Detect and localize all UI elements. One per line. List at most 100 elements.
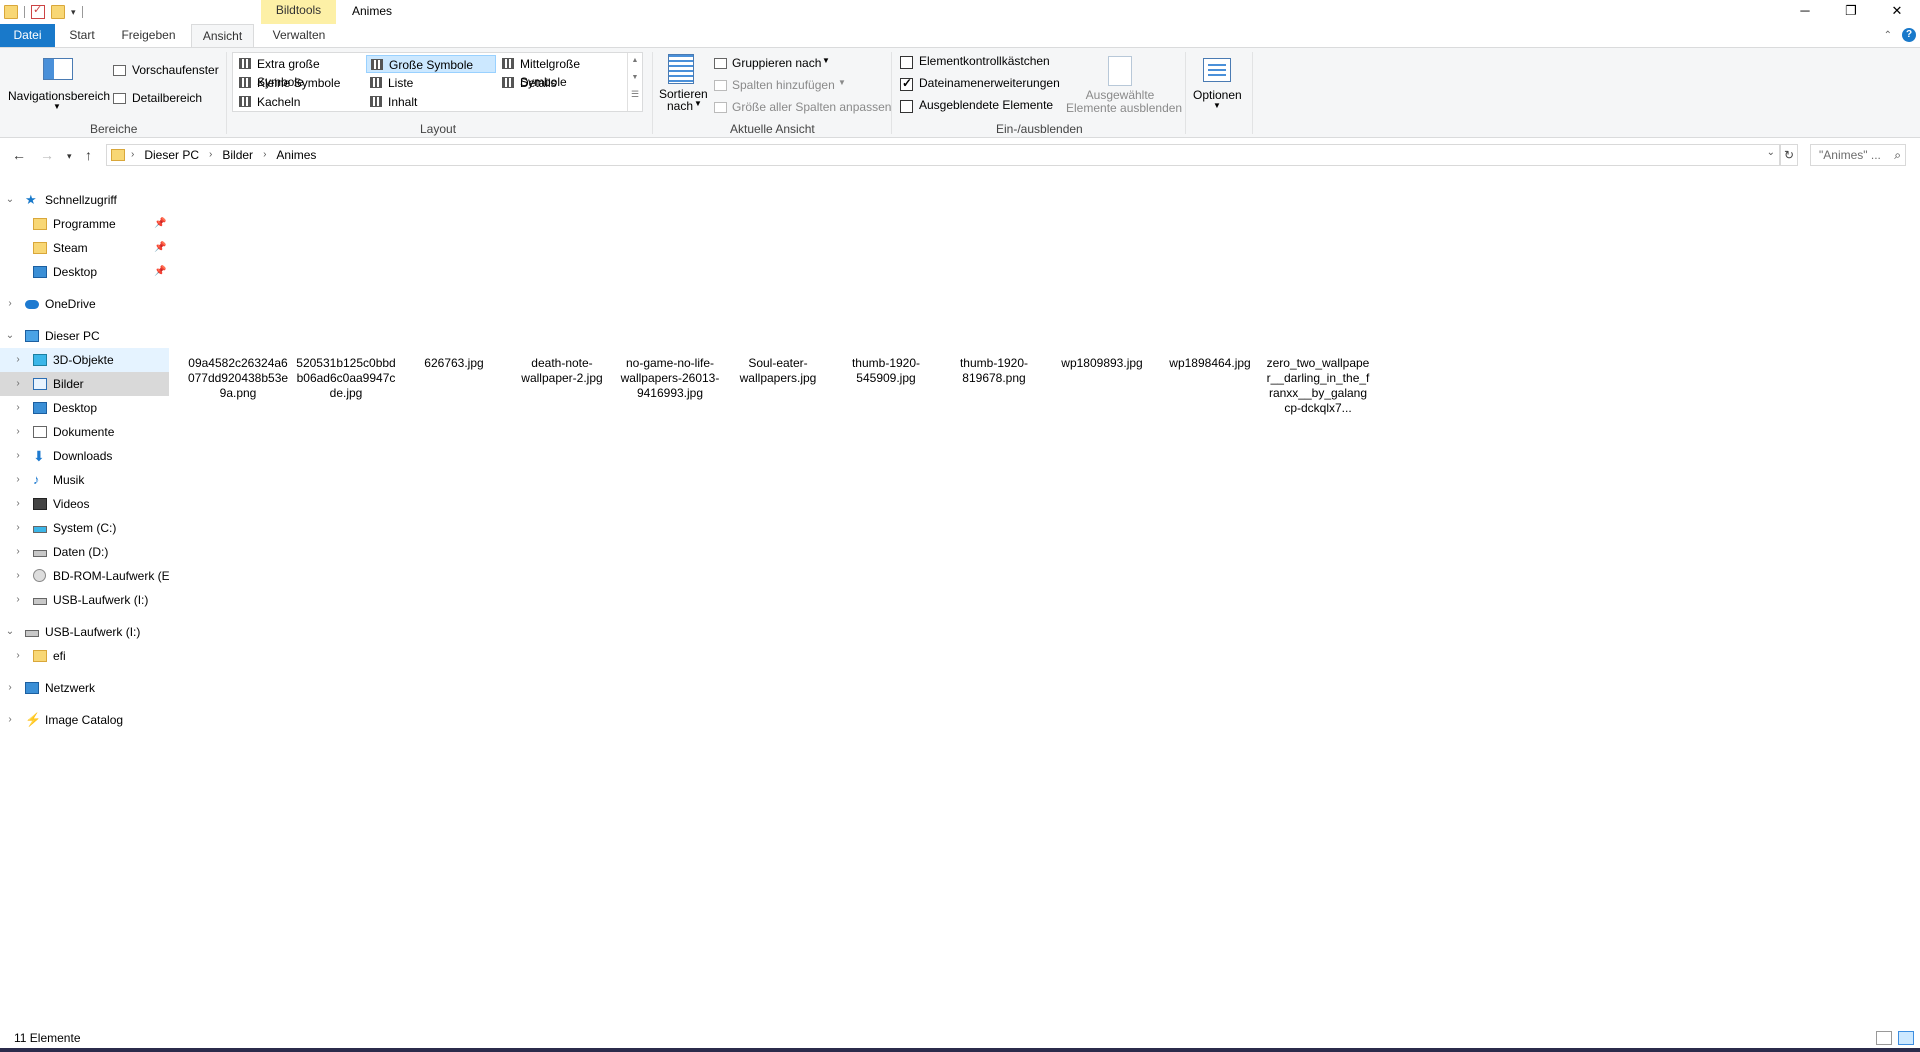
layout-list[interactable]: Liste [366, 74, 496, 92]
nav-item-daten-d[interactable]: › Daten (D:) [0, 540, 169, 564]
file-item[interactable]: Soul-eater-wallpapers.jpg [726, 274, 830, 386]
chevron-down-icon[interactable]: ▼ [822, 56, 830, 65]
recent-locations-icon[interactable]: ▾ [67, 151, 72, 162]
new-folder-icon[interactable] [51, 5, 65, 19]
nav-item-videos[interactable]: › Videos [0, 492, 169, 516]
file-item[interactable]: 626763.jpg [402, 274, 506, 371]
nav-item-musik[interactable]: › ♪ Musik [0, 468, 169, 492]
nav-item-desktop[interactable]: › Desktop [0, 396, 169, 420]
nav-item-programme[interactable]: Programme 📌 [0, 212, 169, 236]
forward-arrow-icon[interactable]: → [40, 147, 54, 163]
pin-icon[interactable]: 📌 [154, 212, 166, 236]
chevron-right-icon[interactable]: › [13, 396, 23, 420]
nav-item-schnellzugriff[interactable]: ⌄ ★ Schnellzugriff [0, 188, 169, 212]
tab-datei[interactable]: Datei [0, 24, 55, 47]
breadcrumb-animes[interactable]: Animes [276, 145, 316, 165]
sort-button-line2[interactable]: nach [667, 99, 693, 113]
layout-small-icons[interactable]: Kleine Symbole [235, 74, 365, 92]
layout-extra-large-icons[interactable]: Extra große Symbole [235, 55, 365, 89]
navigation-pane-icon[interactable] [43, 58, 73, 80]
group-by-button[interactable]: Gruppieren nach [732, 56, 821, 70]
nav-item-usb-sub[interactable]: › USB-Laufwerk (I:) [0, 588, 169, 612]
breadcrumb-separator[interactable]: › [209, 145, 212, 165]
up-arrow-icon[interactable]: ↑ [85, 147, 92, 163]
nav-item-image-catalog[interactable]: › ⚡ Image Catalog [0, 708, 169, 732]
layout-gallery-scroll[interactable]: ▲ ▼ ☰ [627, 53, 642, 111]
options-button[interactable]: Optionen [1193, 88, 1242, 102]
close-button[interactable]: ✕ [1874, 0, 1920, 24]
tab-freigeben[interactable]: Freigeben [115, 24, 182, 47]
nav-item-bilder[interactable]: › Bilder [0, 372, 169, 396]
tab-ansicht[interactable]: Ansicht [191, 24, 254, 47]
hide-selected-line2[interactable]: Elemente ausblenden [1066, 101, 1182, 115]
item-checkboxes-checkbox[interactable] [900, 56, 913, 69]
file-item[interactable]: thumb-1920-819678.png [942, 274, 1046, 386]
chevron-right-icon[interactable]: › [13, 492, 23, 516]
file-item[interactable]: thumb-1920-545909.jpg [834, 274, 938, 386]
layout-medium-icons[interactable]: Mittelgroße Symbole [498, 55, 628, 89]
breadcrumb-dieser-pc[interactable]: Dieser PC [144, 145, 199, 165]
back-arrow-icon[interactable]: ← [12, 147, 26, 163]
options-icon[interactable] [1203, 58, 1231, 82]
collapse-ribbon-icon[interactable]: ⌃ [1884, 30, 1892, 41]
hidden-items-checkbox[interactable] [900, 100, 913, 113]
chevron-right-icon[interactable]: › [13, 468, 23, 492]
layout-content[interactable]: Inhalt [366, 93, 496, 111]
chevron-right-icon[interactable]: › [13, 564, 23, 588]
nav-item-desktop-quick[interactable]: Desktop 📌 [0, 260, 169, 284]
chevron-down-icon[interactable]: ▼ [53, 102, 61, 111]
chevron-down-icon[interactable]: ⌄ [5, 324, 15, 348]
nav-item-efi[interactable]: › efi [0, 644, 169, 668]
breadcrumb-bilder[interactable]: Bilder [222, 145, 253, 165]
details-view-icon[interactable] [1876, 1031, 1892, 1045]
nav-item-dieser-pc[interactable]: ⌄ Dieser PC [0, 324, 169, 348]
layout-details[interactable]: Details [498, 74, 628, 92]
breadcrumb-separator[interactable]: › [131, 145, 134, 165]
details-pane-button[interactable]: Detailbereich [132, 91, 202, 105]
nav-item-system-c[interactable]: › System (C:) [0, 516, 169, 540]
chevron-right-icon[interactable]: › [13, 644, 23, 668]
chevron-down-icon[interactable]: ⌄ [5, 188, 15, 212]
folder-icon[interactable] [4, 5, 18, 19]
file-item[interactable]: zero_two_wallpaper__darling_in_the_franx… [1266, 274, 1370, 416]
help-icon[interactable]: ? [1902, 28, 1916, 42]
file-item[interactable]: wp1898464.jpg [1158, 274, 1262, 371]
refresh-button[interactable]: ↻ [1780, 144, 1798, 166]
fit-columns-button[interactable]: Größe aller Spalten anpassen [732, 100, 891, 114]
chevron-right-icon[interactable]: › [13, 516, 23, 540]
tab-start[interactable]: Start [62, 24, 102, 47]
chevron-right-icon[interactable]: › [5, 292, 15, 316]
nav-item-bd-rom[interactable]: › BD-ROM-Laufwerk (E: [0, 564, 169, 588]
file-item[interactable]: 09a4582c26324a6077dd920438b53e9a.png [186, 274, 290, 401]
search-input[interactable]: "Animes" ... ⌕ [1810, 144, 1906, 166]
chevron-right-icon[interactable]: › [13, 348, 23, 372]
chevron-down-icon[interactable]: ▼ [694, 99, 702, 108]
chevron-down-icon[interactable]: ⌄ [1767, 147, 1775, 158]
nav-item-downloads[interactable]: › ⬇ Downloads [0, 444, 169, 468]
nav-item-usb-laufwerk[interactable]: ⌄ USB-Laufwerk (I:) [0, 620, 169, 644]
large-icons-view-icon[interactable] [1898, 1031, 1914, 1045]
preview-pane-button[interactable]: Vorschaufenster [132, 63, 219, 77]
breadcrumb-separator[interactable]: › [263, 145, 266, 165]
add-columns-button[interactable]: Spalten hinzufügen [732, 78, 835, 92]
nav-item-dokumente[interactable]: › Dokumente [0, 420, 169, 444]
file-extensions-label[interactable]: Dateinamenerweiterungen [919, 76, 1060, 90]
gallery-expand-icon[interactable]: ☰ [628, 89, 642, 100]
chevron-down-icon[interactable]: ⌄ [5, 620, 15, 644]
file-item[interactable]: no-game-no-life-wallpapers-26013-9416993… [618, 274, 722, 401]
pin-icon[interactable]: 📌 [154, 236, 166, 260]
chevron-down-icon[interactable]: ▼ [1213, 101, 1221, 110]
sort-icon[interactable] [668, 54, 694, 84]
scroll-down-icon[interactable]: ▼ [628, 74, 642, 81]
file-item[interactable]: wp1809893.jpg [1050, 274, 1154, 371]
nav-item-3d-objekte[interactable]: › 3D-Objekte [0, 348, 169, 372]
hide-selected-line1[interactable]: Ausgewählte [1085, 88, 1155, 102]
file-item[interactable]: 520531b125c0bbdb06ad6c0aa9947cde.jpg [294, 274, 398, 401]
chevron-right-icon[interactable]: › [13, 444, 23, 468]
layout-tiles[interactable]: Kacheln [235, 93, 365, 111]
address-bar[interactable]: › Dieser PC › Bilder › Animes ⌄ [106, 144, 1780, 166]
file-extensions-checkbox[interactable] [900, 76, 913, 91]
item-checkboxes-label[interactable]: Elementkontrollkästchen [919, 54, 1050, 68]
hidden-items-label[interactable]: Ausgeblendete Elemente [919, 98, 1053, 112]
navigation-pane-button[interactable]: Navigationsbereich [8, 89, 110, 103]
